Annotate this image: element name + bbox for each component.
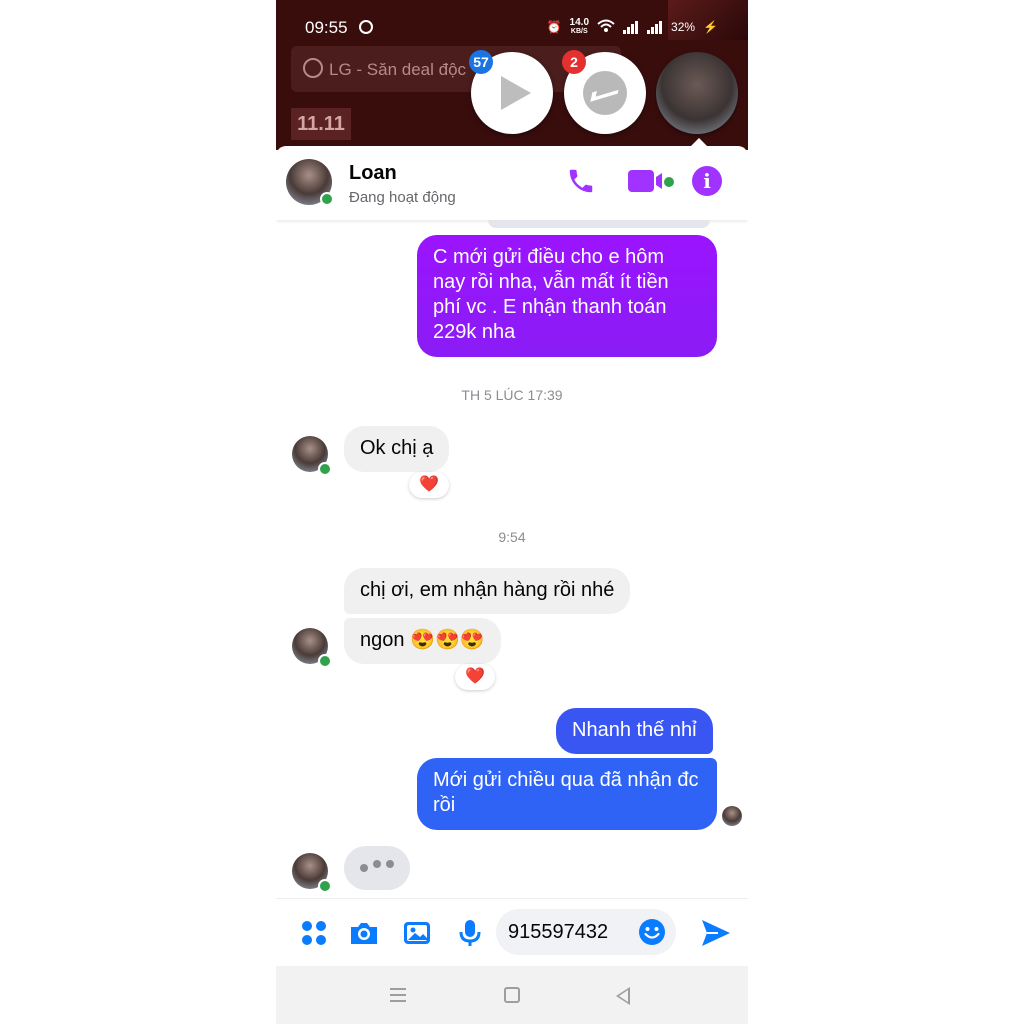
contact-status: Đang hoạt động: [349, 189, 456, 206]
incoming-message[interactable]: chị ơi, em nhận hàng rồi nhé: [344, 568, 631, 614]
search-icon: [303, 58, 323, 78]
network-speed: 14.0 KB/S: [570, 18, 589, 36]
heart-reaction[interactable]: ❤️: [409, 472, 449, 498]
outgoing-message[interactable]: Nhanh thế nhỉ: [556, 708, 713, 754]
incoming-message[interactable]: ngon 😍😍😍: [344, 618, 501, 664]
status-indicators: ⏰ 14.0 KB/S 32% ⚡: [547, 18, 718, 36]
send-icon[interactable]: [700, 917, 732, 949]
charging-icon: ⚡: [703, 20, 718, 34]
info-icon[interactable]: i: [692, 166, 722, 196]
messenger-chat-head[interactable]: 2: [562, 50, 646, 134]
heart-reaction[interactable]: ❤️: [455, 664, 495, 690]
phone-call-icon[interactable]: [566, 166, 596, 196]
outgoing-message[interactable]: C mới gửi điều cho e hôm nay rồi nha, vẫ…: [417, 235, 717, 357]
timestamp: TH 5 LÚC 17:39: [461, 387, 563, 403]
phone-screen: LG - Săn deal độc 11.11 09:55 ⏰ 14.0 KB/…: [276, 0, 748, 1024]
wifi-icon: [597, 19, 615, 36]
chat-header: Loan Đang hoạt động i: [276, 146, 748, 220]
mic-icon[interactable]: [454, 917, 486, 949]
timestamp: 9:54: [498, 529, 526, 545]
typing-dot: [386, 860, 394, 868]
emoji-icon[interactable]: [638, 918, 666, 946]
message-list[interactable]: C mới gửi điều cho e hôm nay rồi nha, vẫ…: [276, 220, 748, 898]
promo-label: 11.11: [291, 108, 351, 140]
video-chat-head[interactable]: 57: [469, 50, 553, 134]
system-nav-bar: [276, 966, 748, 1024]
contact-name[interactable]: Loan: [349, 162, 397, 185]
typing-indicator: [344, 846, 410, 890]
video-notification-badge: 57: [469, 50, 493, 74]
outgoing-message[interactable]: Mới gửi chiều qua đã nhận đc rồi: [417, 758, 717, 830]
play-icon: [501, 76, 531, 110]
contact-chat-head[interactable]: [656, 52, 738, 134]
status-bar: 09:55 ⏰ 14.0 KB/S 32% ⚡: [276, 0, 748, 56]
net-speed-unit: KB/S: [570, 28, 588, 35]
message-composer: [276, 898, 748, 967]
apps-icon[interactable]: [298, 917, 330, 949]
recent-apps-button[interactable]: [390, 988, 406, 1002]
online-indicator: [318, 462, 332, 476]
previous-message-edge: [488, 220, 710, 228]
online-indicator: [320, 192, 334, 206]
back-button[interactable]: [616, 987, 630, 1005]
alarm-icon: ⏰: [546, 20, 562, 34]
messenger-notification-badge: 2: [562, 50, 586, 74]
online-indicator: [318, 879, 332, 893]
battery-level: 32%: [671, 20, 696, 34]
status-time: 09:55: [305, 18, 348, 37]
messenger-icon: [583, 71, 627, 115]
online-indicator: [318, 654, 332, 668]
read-receipt-avatar: [722, 806, 742, 826]
typing-dot: [373, 860, 381, 868]
signal-icon-2: [647, 20, 663, 34]
home-button[interactable]: [504, 987, 520, 1003]
typing-dot: [360, 864, 368, 872]
image-icon[interactable]: [401, 917, 433, 949]
video-call-icon[interactable]: [628, 170, 668, 192]
net-speed-value: 14.0: [569, 17, 590, 28]
video-active-indicator: [664, 177, 674, 187]
background-search-text: LG - Săn deal độc: [329, 60, 467, 79]
messenger-status-icon: [359, 20, 373, 34]
signal-icon-1: [623, 20, 639, 34]
camera-icon[interactable]: [348, 917, 380, 949]
incoming-message[interactable]: Ok chị ạ: [344, 426, 450, 472]
